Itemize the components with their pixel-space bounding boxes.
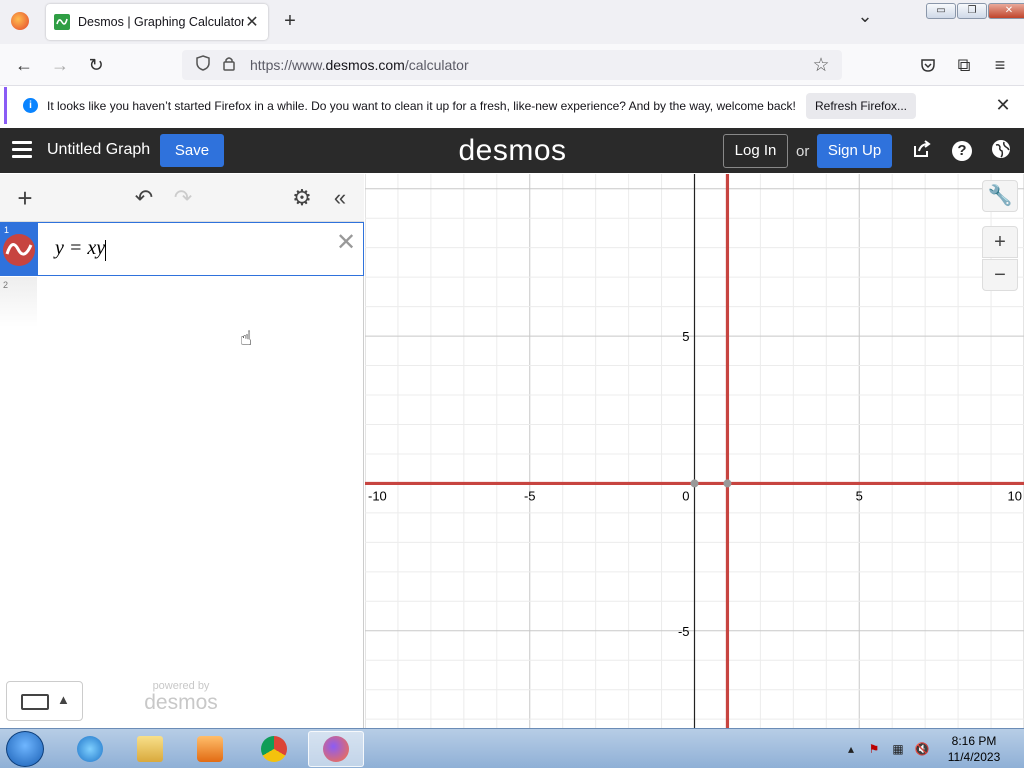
reload-icon[interactable]: ↻ (82, 52, 110, 78)
address-bar[interactable]: https://www.desmos.com/calculator ☆ (182, 50, 842, 80)
zoom-out-button[interactable]: − (982, 259, 1018, 291)
x-tick-label: -10 (368, 488, 387, 503)
taskbar-internet-explorer[interactable] (62, 731, 118, 767)
clock-date: 11/4/2023 (947, 750, 1001, 764)
network-icon[interactable]: ▦ (890, 741, 906, 757)
zoom-in-button[interactable]: + (982, 226, 1018, 258)
refresh-firefox-button[interactable]: Refresh Firefox... (806, 93, 916, 119)
help-icon[interactable]: ? (952, 141, 972, 161)
y-tick-label: 5 (682, 329, 689, 344)
taskbar-firefox[interactable] (308, 731, 364, 767)
x-tick-label: -5 (524, 488, 536, 503)
delete-expression-icon[interactable]: ✕ (336, 228, 356, 257)
tab-title: Desmos | Graphing Calculator (78, 15, 244, 29)
browser-tab-strip: Desmos | Graphing Calculator ✕ + ⌄ ▭ ❐ ✕ (0, 0, 1024, 44)
windows-taskbar: ▴ ⚑ ▦ 🔇 8:16 PM 11/4/2023 (0, 728, 1024, 768)
firefox-menu-icon[interactable] (11, 12, 29, 30)
expression-toolbar: + ↶ ↷ ⚙ « (0, 174, 364, 222)
taskbar-file-explorer[interactable] (122, 731, 178, 767)
hamburger-menu-icon[interactable] (12, 141, 32, 159)
x-tick-label: 0 (682, 488, 689, 503)
share-icon[interactable] (910, 139, 934, 163)
signup-button[interactable]: Sign Up (817, 134, 892, 168)
taskbar-media-player[interactable] (182, 731, 238, 767)
url-text[interactable]: https://www.desmos.com/calculator (250, 57, 808, 73)
graph-paper[interactable]: -10 -5 0 5 10 5 -5 🔧 + − (365, 174, 1024, 728)
tab-close-icon[interactable]: ✕ (244, 12, 260, 32)
desmos-header: Untitled Graph Save desmos Log In or Sig… (0, 128, 1024, 173)
bookmark-star-icon[interactable]: ☆ (808, 54, 834, 77)
window-close-button[interactable]: ✕ (988, 3, 1024, 19)
desmos-favicon-icon (54, 14, 70, 30)
notification-close-icon[interactable]: ✕ (993, 93, 1013, 117)
language-globe-icon[interactable] (989, 139, 1013, 163)
curve-color-icon[interactable] (3, 234, 35, 266)
forward-arrow-icon[interactable]: → (46, 52, 74, 78)
desmos-logo: desmos (458, 134, 567, 167)
settings-gear-icon[interactable]: ⚙ (289, 186, 315, 210)
login-button[interactable]: Log In (723, 134, 788, 168)
keypad-toggle-button[interactable]: ▲ (6, 681, 83, 721)
collapse-panel-icon[interactable]: « (327, 186, 353, 210)
pocket-icon[interactable] (914, 52, 942, 78)
chrome-icon (261, 736, 287, 762)
notification-message: It looks like you haven’t started Firefo… (47, 98, 796, 113)
add-item-icon[interactable]: + (12, 185, 38, 211)
expression-row-2[interactable]: 2 (0, 277, 364, 327)
taskbar-chrome[interactable] (246, 731, 302, 767)
volume-muted-icon[interactable]: 🔇 (914, 741, 930, 757)
tab-desmos[interactable]: Desmos | Graphing Calculator ✕ (46, 4, 268, 40)
intersection-point (723, 479, 732, 488)
y-tick-label: -5 (678, 624, 690, 639)
tracking-shield-icon[interactable] (190, 55, 216, 75)
folder-icon (137, 736, 163, 762)
graph-title[interactable]: Untitled Graph (47, 141, 150, 159)
firefox-icon (323, 736, 349, 762)
show-hidden-icons-arrow[interactable]: ▴ (843, 741, 859, 757)
maximize-button[interactable]: ❐ (957, 3, 987, 19)
or-label: or (796, 143, 810, 160)
expression-index: 2 (3, 280, 9, 290)
new-tab-button[interactable]: + (280, 10, 300, 32)
app-menu-icon[interactable]: ≡ (986, 52, 1014, 78)
minimize-button[interactable]: ▭ (926, 3, 956, 19)
caret-up-icon: ▲ (57, 692, 70, 707)
clock-time: 8:16 PM (951, 734, 997, 748)
expression-list-panel: + ↶ ↷ ⚙ « 1 y = xy ✕ 2 ☝ ▲ powered by de… (0, 174, 364, 728)
x-tick-label: 10 (1008, 488, 1022, 503)
back-arrow-icon[interactable]: ← (10, 52, 38, 78)
x-tick-label: 5 (856, 488, 863, 503)
graph-canvas[interactable]: -10 -5 0 5 10 5 -5 (365, 174, 1024, 728)
mouse-pointer-hand-icon: ☝ (240, 328, 253, 350)
expression-row-1[interactable]: 1 y = xy ✕ (0, 222, 364, 276)
navigation-bar: ← → ↻ https://www.desmos.com/calculator … (0, 44, 1024, 86)
internet-explorer-icon (77, 736, 103, 762)
expression-input[interactable]: y = xy (55, 237, 105, 260)
undo-icon[interactable]: ↶ (131, 186, 157, 210)
graph-settings-wrench-icon[interactable]: 🔧 (982, 180, 1018, 212)
padlock-icon[interactable] (216, 55, 242, 75)
extensions-icon[interactable]: ⧉ (950, 52, 978, 78)
info-icon: i (23, 98, 38, 113)
start-button[interactable] (6, 731, 44, 767)
text-caret (105, 240, 106, 261)
save-button[interactable]: Save (160, 134, 224, 167)
tab-list-button[interactable]: ⌄ (854, 6, 876, 30)
powered-by-desmos[interactable]: powered by desmos (140, 680, 222, 713)
redo-icon[interactable]: ↷ (170, 186, 196, 210)
system-clock[interactable]: 8:16 PM 11/4/2023 (942, 733, 1006, 765)
action-center-flag-icon[interactable]: ⚑ (866, 741, 882, 757)
media-player-icon (197, 736, 223, 762)
keyboard-icon (21, 694, 49, 710)
origin-point (690, 479, 699, 488)
firefox-notification-bar: i It looks like you haven’t started Fire… (4, 87, 1024, 124)
